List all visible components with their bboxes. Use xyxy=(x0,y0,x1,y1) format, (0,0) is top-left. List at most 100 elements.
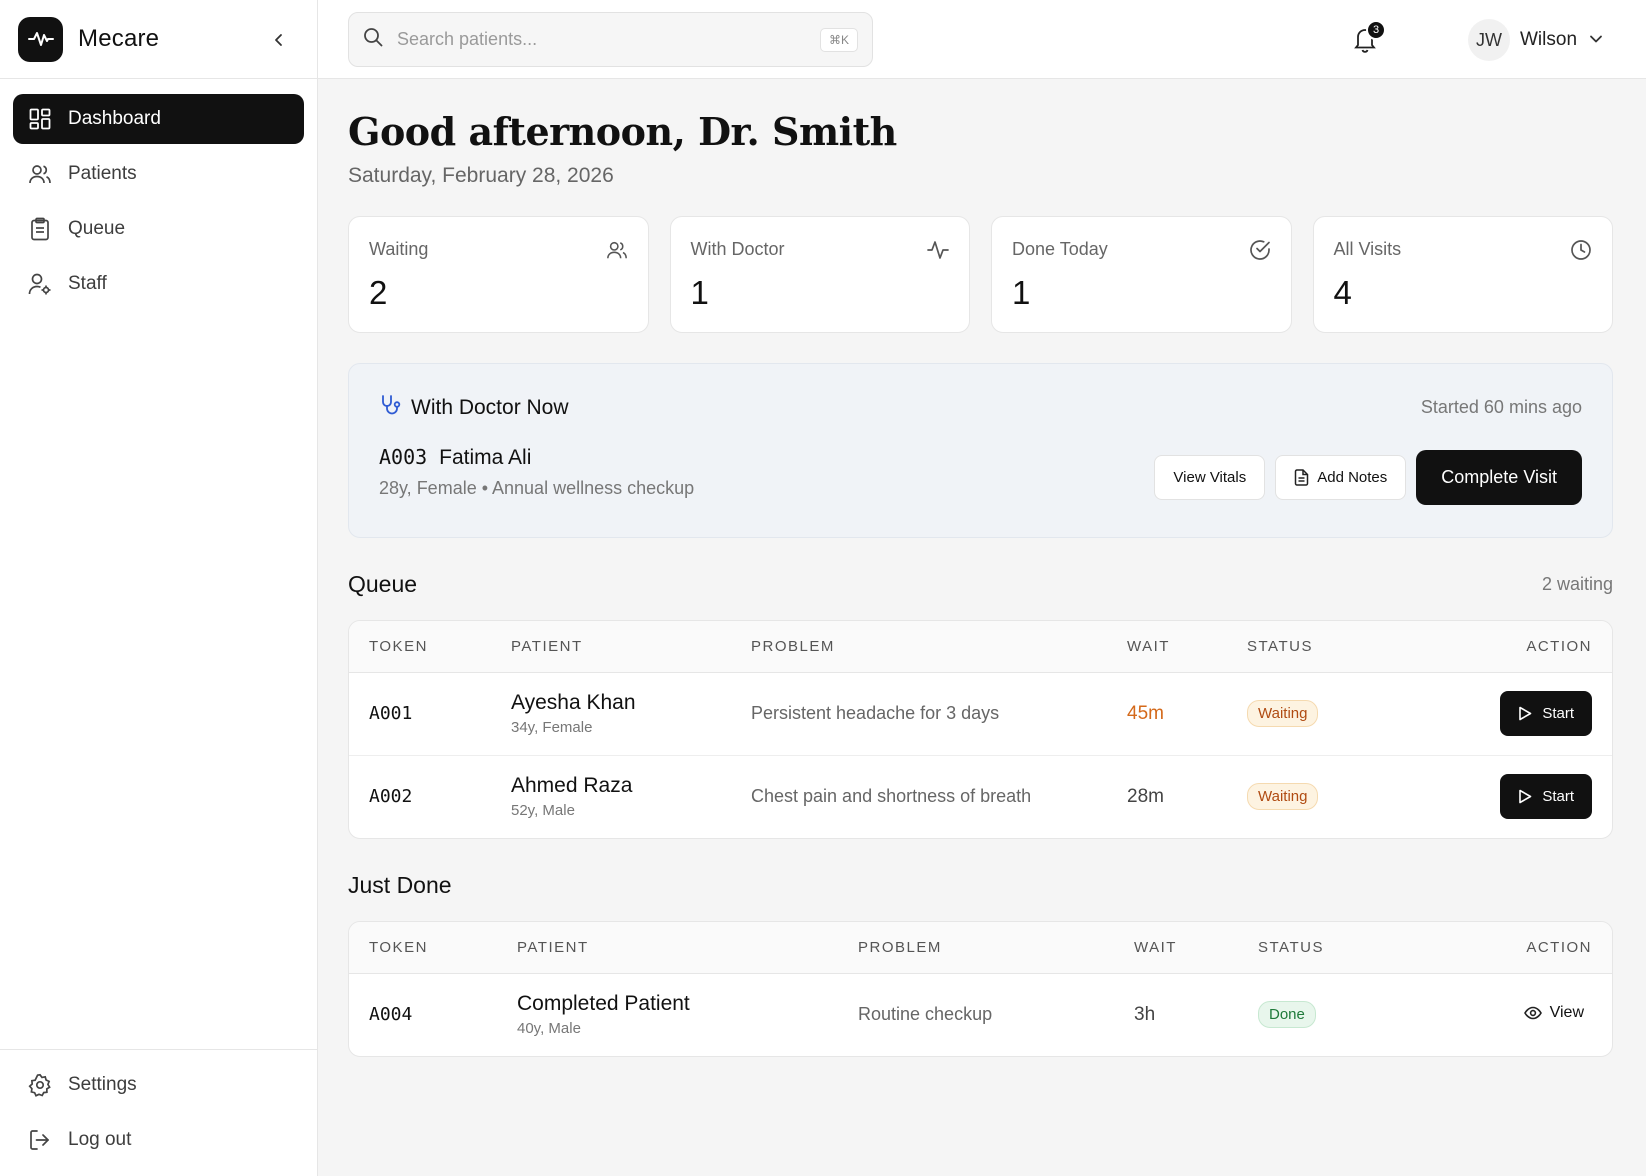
search-box[interactable]: ⌘K xyxy=(348,12,873,67)
sidebar-item-label: Staff xyxy=(68,273,107,294)
column-header: WAIT xyxy=(1107,621,1227,673)
patient-cell: Completed Patient 40y, Male xyxy=(497,973,838,1056)
sidebar-nav: Dashboard Patients Queue Staff xyxy=(0,79,317,329)
column-header: WAIT xyxy=(1114,922,1238,974)
token-cell: A001 xyxy=(369,703,413,724)
patient-name: Completed Patient xyxy=(517,992,690,1016)
token-cell: A002 xyxy=(369,786,413,808)
stat-label: With Doctor xyxy=(690,239,785,259)
stats-row: Waiting 2 With Doctor 1 Done Today 1 All… xyxy=(348,216,1613,333)
chevron-down-icon xyxy=(1589,31,1603,49)
just-done-header: Just Done xyxy=(348,872,1613,899)
action-cell: Start xyxy=(1427,755,1612,838)
current-visit-title: With Doctor Now xyxy=(411,395,569,419)
patient-name: Ayesha Khan xyxy=(511,691,636,714)
sidebar-item-settings[interactable]: Settings xyxy=(13,1060,304,1110)
stat-value: 1 xyxy=(690,274,709,311)
check-circle-icon xyxy=(1249,239,1271,261)
problem-cell: Routine checkup xyxy=(858,1004,993,1025)
current-visit-actions: View Vitals Add Notes Complete Visit xyxy=(1154,450,1582,505)
queue-title: Queue xyxy=(348,571,418,597)
stethoscope-icon xyxy=(379,394,401,421)
users-icon xyxy=(606,239,628,261)
column-header: TOKEN xyxy=(349,922,497,974)
table-header-row: TOKEN PATIENT PROBLEM WAIT STATUS ACTION xyxy=(349,621,1612,673)
activity-icon xyxy=(927,239,949,261)
stat-value: 1 xyxy=(1012,274,1031,311)
button-label: Add Notes xyxy=(1317,469,1388,486)
dashboard-grid-icon xyxy=(28,107,52,131)
collapse-sidebar-button[interactable] xyxy=(267,28,291,52)
current-visit-card: With Doctor Now Started 60 mins ago A003… xyxy=(348,363,1613,538)
search-icon xyxy=(363,27,383,52)
user-name: Wilson xyxy=(1520,29,1578,50)
status-cell: Waiting xyxy=(1227,672,1427,755)
status-badge: Waiting xyxy=(1247,783,1319,811)
play-icon xyxy=(1519,706,1532,721)
column-header: STATUS xyxy=(1238,922,1438,974)
token-cell: A004 xyxy=(369,1004,413,1026)
patient-cell: Ahmed Raza 52y, Male xyxy=(491,755,731,838)
queue-section: Queue 2 waiting TOKEN PATIENT PROBLEM WA… xyxy=(348,571,1613,839)
search-input[interactable] xyxy=(397,29,820,50)
add-notes-button[interactable]: Add Notes xyxy=(1275,455,1407,500)
notifications-badge: 3 xyxy=(1366,20,1386,40)
patient-token: A003 xyxy=(379,445,428,469)
patient-cell: Ayesha Khan 34y, Female xyxy=(491,672,731,755)
logo-pulse-icon xyxy=(18,16,63,62)
patient-name: Ahmed Raza xyxy=(511,774,633,798)
keyboard-shortcut: ⌘K xyxy=(819,27,858,52)
view-vitals-button[interactable]: View Vitals xyxy=(1154,455,1266,500)
patient-meta: 40y, Male xyxy=(517,1020,581,1038)
page-title: Good afternoon, Dr. Smith xyxy=(348,109,897,154)
sidebar-item-label: Queue xyxy=(68,218,126,239)
start-button[interactable]: Start xyxy=(1500,774,1592,820)
logout-icon xyxy=(28,1128,52,1152)
just-done-section: Just Done TOKEN PATIENT PROBLEM WAIT STA… xyxy=(348,872,1613,1057)
sidebar-item-patients[interactable]: Patients xyxy=(13,149,304,199)
button-label: View xyxy=(1549,1004,1584,1022)
complete-visit-button[interactable]: Complete Visit xyxy=(1416,450,1582,505)
stat-card-all-visits: All Visits 4 xyxy=(1312,216,1613,333)
queue-table: TOKEN PATIENT PROBLEM WAIT STATUS ACTION… xyxy=(348,620,1613,839)
main-content: Good afternoon, Dr. Smith Saturday, Febr… xyxy=(348,79,1613,1057)
queue-header: Queue 2 waiting xyxy=(348,571,1613,598)
status-badge: Waiting xyxy=(1247,700,1319,727)
column-header: PROBLEM xyxy=(731,621,1107,673)
sidebar-item-label: Dashboard xyxy=(68,108,161,129)
action-cell: Start xyxy=(1427,672,1612,755)
user-gear-icon xyxy=(28,272,52,296)
eye-icon xyxy=(1523,1006,1542,1020)
column-header: PATIENT xyxy=(497,922,838,974)
queue-count: 2 waiting xyxy=(1541,574,1613,594)
view-button[interactable]: View xyxy=(1523,1004,1584,1022)
patient-meta: 52y, Male xyxy=(511,802,575,820)
column-header: TOKEN xyxy=(349,621,491,673)
visit-started-time: Started 60 mins ago xyxy=(1420,397,1582,417)
chevron-left-icon xyxy=(275,34,282,46)
just-done-table: TOKEN PATIENT PROBLEM WAIT STATUS ACTION… xyxy=(348,921,1613,1057)
wait-cell: 3h xyxy=(1134,1003,1156,1025)
stat-label: Waiting xyxy=(369,239,429,259)
sidebar: Mecare Dashboard Patients Queue Staff Se… xyxy=(0,0,318,1176)
stat-card-waiting: Waiting 2 xyxy=(348,216,649,333)
column-header: ACTION xyxy=(1427,621,1612,673)
sidebar-item-dashboard[interactable]: Dashboard xyxy=(13,94,304,144)
table-row: A001 Ayesha Khan 34y, Female Persistent … xyxy=(349,672,1612,755)
app-name: Mecare xyxy=(78,25,160,52)
column-header: ACTION xyxy=(1438,922,1612,974)
stat-label: Done Today xyxy=(1012,239,1108,259)
sidebar-item-logout[interactable]: Log out xyxy=(13,1115,304,1165)
users-icon xyxy=(28,162,52,186)
button-label: Start xyxy=(1542,705,1574,722)
status-cell: Waiting xyxy=(1227,755,1427,838)
clock-icon xyxy=(1570,239,1592,261)
user-menu[interactable]: JW Wilson xyxy=(1468,19,1603,61)
notifications-button[interactable]: 3 xyxy=(1350,20,1386,54)
sidebar-item-queue[interactable]: Queue xyxy=(13,204,304,254)
sidebar-item-staff[interactable]: Staff xyxy=(13,259,304,309)
table-row: A002 Ahmed Raza 52y, Male Chest pain and… xyxy=(349,755,1612,838)
patient-meta: 34y, Female xyxy=(511,719,593,736)
wait-cell: 28m xyxy=(1127,785,1164,807)
start-button[interactable]: Start xyxy=(1500,691,1592,736)
